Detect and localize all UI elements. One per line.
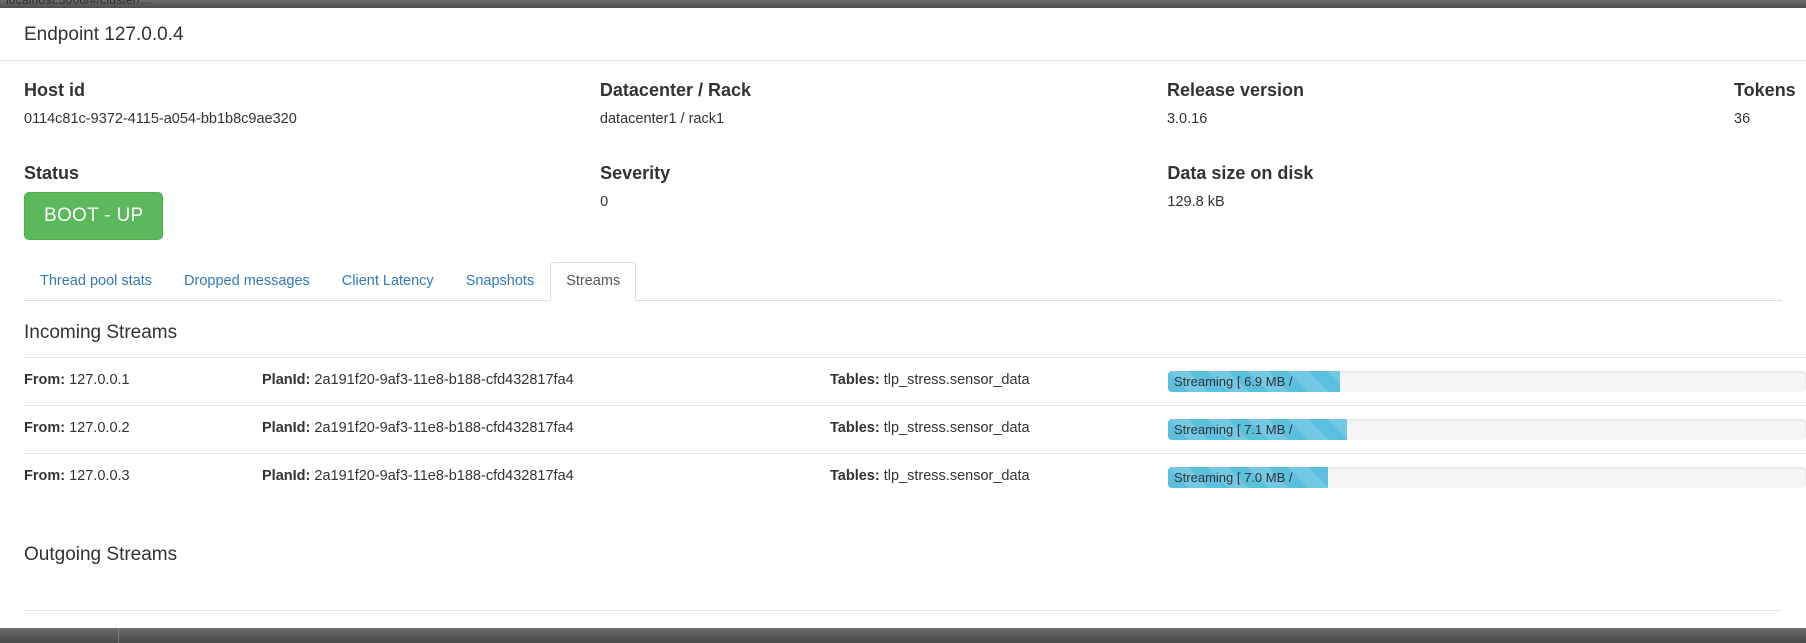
tokens-value: 36 [1734,111,1751,127]
from-label: From: [24,372,66,388]
planid-value: 2a191f20-9af3-11e8-b188-cfd432817fa4 [314,372,574,388]
planid-label: PlanId: [262,372,311,388]
incoming-streams-table: From: 127.0.0.1 PlanId: 2a191f20-9af3-11… [24,357,1806,501]
info-field-release-version: Release version 3.0.16 [1167,79,1734,128]
outgoing-streams-section: Outgoing Streams [24,543,1782,611]
stream-progress-bar[interactable]: Streaming [ 7.0 MB / [1168,467,1806,488]
table-row: From: 127.0.0.2 PlanId: 2a191f20-9af3-11… [24,405,1806,454]
stream-from-cell: From: 127.0.0.2 [24,406,262,454]
stream-tables-cell: Tables: tlp_stress.sensor_data [830,358,1168,406]
release-version-value: 3.0.16 [1166,111,1208,127]
stream-from-cell: From: 127.0.0.3 [24,454,262,502]
tables-value: tlp_stress.sensor_data [883,420,1030,436]
tab-streams[interactable]: Streams [550,262,637,301]
tab-client-latency[interactable]: Client Latency [326,262,450,301]
endpoint-panel: Endpoint 127.0.0.4 Host id 0114c81c-9372… [0,8,1806,628]
stream-tables-cell: Tables: tlp_stress.sensor_data [830,406,1168,454]
datacenter-rack-value: datacenter1 / rack1 [599,111,725,127]
from-label: From: [24,420,66,436]
browser-chrome-bottom [0,628,1806,643]
planid-value: 2a191f20-9af3-11e8-b188-cfd432817fa4 [314,420,574,436]
stream-progress-fill: Streaming [ 6.9 MB / [1168,371,1341,392]
tab-snapshots[interactable]: Snapshots [450,262,551,301]
stream-tables-cell: Tables: tlp_stress.sensor_data [830,454,1168,502]
outgoing-streams-divider [24,610,1782,611]
status-badge[interactable]: BOOT - UP [24,192,164,240]
severity-label: Severity [600,163,671,183]
planid-label: PlanId: [262,420,311,436]
from-value: 127.0.0.2 [69,420,130,436]
info-field-host-id: Host id 0114c81c-9372-4115-a054-bb1b8c9a… [24,79,600,128]
info-field-datacenter-rack: Datacenter / Rack datacenter1 / rack1 [600,79,1167,128]
browser-chrome-top: localhost:3000/#/cluster/... [0,0,1806,8]
tables-value: tlp_stress.sensor_data [883,468,1030,484]
release-version-label: Release version [1166,80,1305,100]
planid-value: 2a191f20-9af3-11e8-b188-cfd432817fa4 [314,468,574,484]
stream-planid-cell: PlanId: 2a191f20-9af3-11e8-b188-cfd43281… [262,406,830,454]
from-value: 127.0.0.1 [69,372,130,388]
panel-body: Host id 0114c81c-9372-4115-a054-bb1b8c9a… [0,61,1806,611]
outgoing-streams-title: Outgoing Streams [24,544,178,565]
host-id-label: Host id [24,80,85,100]
status-label: Status [24,163,80,183]
tables-label: Tables: [830,468,880,484]
info-field-severity: Severity 0 [600,162,1167,240]
stream-progress-cell: Streaming [ 7.1 MB / [1168,406,1806,454]
host-id-value: 0114c81c-9372-4115-a054-bb1b8c9ae320 [24,111,297,127]
from-value: 127.0.0.3 [69,468,130,484]
info-row-primary: Host id 0114c81c-9372-4115-a054-bb1b8c9a… [24,79,1796,128]
stream-progress-cell: Streaming [ 6.9 MB / [1168,358,1806,406]
data-size-label: Data size on disk [1167,163,1314,183]
page-title: Endpoint 127.0.0.4 [0,8,1806,61]
tables-label: Tables: [830,420,880,436]
chrome-divider [118,628,119,643]
data-size-value: 129.8 kB [1167,194,1225,210]
incoming-streams-title: Incoming Streams [24,322,178,343]
table-row: From: 127.0.0.1 PlanId: 2a191f20-9af3-11… [24,357,1806,406]
tab-thread-pool-stats[interactable]: Thread pool stats [24,262,168,301]
stream-planid-cell: PlanId: 2a191f20-9af3-11e8-b188-cfd43281… [262,454,830,502]
tab-bar: Thread pool stats Dropped messages Clien… [24,262,1782,301]
info-field-tokens: Tokens 36 [1734,79,1796,128]
stream-progress-bar[interactable]: Streaming [ 6.9 MB / [1168,371,1806,392]
tables-value: tlp_stress.sensor_data [883,372,1030,388]
table-row: From: 127.0.0.3 PlanId: 2a191f20-9af3-11… [24,453,1806,502]
info-field-status: Status BOOT - UP [24,162,600,240]
tables-label: Tables: [830,372,880,388]
stream-progress-fill: Streaming [ 7.0 MB / [1168,467,1328,488]
stream-progress-bar[interactable]: Streaming [ 7.1 MB / [1168,419,1806,440]
incoming-streams-section: Incoming Streams From: 127.0.0.1 PlanId:… [24,321,1806,501]
tab-dropped-messages[interactable]: Dropped messages [168,262,326,301]
info-field-data-size-on-disk: Data size on disk 129.8 kB [1167,162,1734,240]
stream-progress-cell: Streaming [ 7.0 MB / [1168,454,1806,502]
tokens-label: Tokens [1734,80,1796,100]
planid-label: PlanId: [262,468,311,484]
stream-planid-cell: PlanId: 2a191f20-9af3-11e8-b188-cfd43281… [262,358,830,406]
stream-from-cell: From: 127.0.0.1 [24,358,262,406]
from-label: From: [24,468,66,484]
stream-progress-fill: Streaming [ 7.1 MB / [1168,419,1347,440]
info-row-secondary: Status BOOT - UP Severity 0 Data size on… [24,162,1782,240]
browser-address-text: localhost:3000/#/cluster/... [6,0,152,7]
severity-value: 0 [600,194,609,210]
datacenter-rack-label: Datacenter / Rack [599,80,751,100]
